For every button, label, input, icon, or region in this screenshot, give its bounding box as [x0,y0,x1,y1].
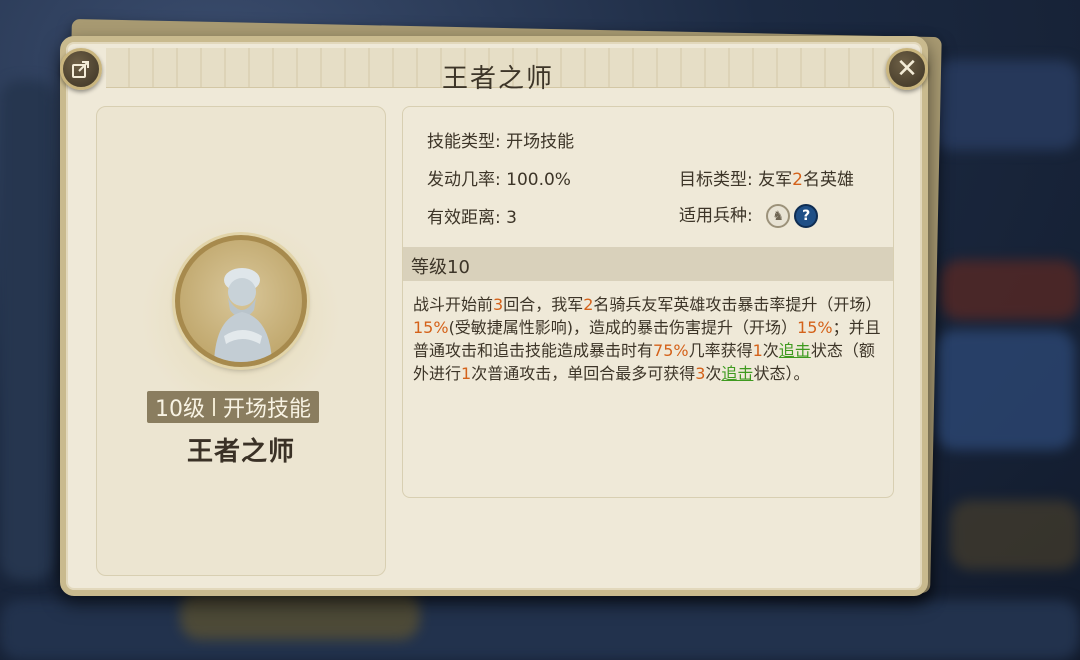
info-target-type: 目标类型: 友军2名英雄 [679,170,854,190]
description-segment: 名骑兵友军英雄攻击暴击率提升（开场） [593,295,882,314]
troop-icons: ♞ ? [766,204,819,228]
skill-level-badge: 10级 开场技能 [147,391,320,423]
description-segment: 3 [695,364,706,383]
skill-type-label: 开场技能 [223,397,312,422]
skill-level-label: 10级 [155,397,205,422]
description-segment: 次 [705,364,722,383]
description-segment: 1 [461,364,472,383]
panel-header: 王者之师 [106,48,890,94]
description-segment: 75% [653,341,689,360]
description-segment: 3 [493,295,504,314]
bg-shape [930,60,1080,150]
bg-shape [0,80,55,580]
description-segment: 15% [797,318,833,337]
skill-info-card: 技能类型: 开场技能 发动几率: 100.0% 目标类型: 友军2名英雄 有效距… [402,106,894,498]
skill-detail-panel: 王者之师 ✕ 10级 开场技能 王者之师 技能类型: 开场技能 发动几率: 10… [60,36,928,596]
skill-name: 王者之师 [186,437,295,467]
description-segment: 几率获得 [688,341,753,360]
help-icon[interactable]: ? [794,204,819,228]
description-segment: 次普通攻击，单回合最多可获得 [471,364,696,383]
share-icon [72,61,89,78]
skill-portrait-medal [175,235,307,367]
info-troop-type: 适用兵种: ♞ ? [679,201,819,228]
share-button[interactable] [60,48,102,90]
description-segment[interactable]: 追击 [779,341,811,360]
description-segment: (受敏捷属性影响)，造成的暴击伤害提升（开场） [448,318,798,337]
bg-shape [940,260,1080,320]
description-segment[interactable]: 追击 [721,364,753,383]
bg-shape [180,590,420,640]
scholar-statue-icon [214,268,272,362]
description-segment: 1 [752,341,763,360]
info-trigger-rate: 发动几率: 100.0% [427,170,571,190]
close-button[interactable]: ✕ [886,48,928,90]
bg-shape [0,600,1080,660]
skill-portrait-card: 10级 开场技能 王者之师 [96,106,386,576]
description-segment: 回合，我军 [503,295,584,314]
cavalry-icon: ♞ [766,204,791,228]
description-segment: 15% [413,318,449,337]
info-skill-type: 技能类型: 开场技能 [427,132,575,152]
panel-title: 王者之师 [441,64,554,94]
close-icon: ✕ [896,54,918,84]
bg-shape [950,500,1080,570]
description-segment: 次 [762,341,779,360]
level-header: 等级10 [403,247,893,281]
skill-description: 战斗开始前3回合，我军2名骑兵友军英雄攻击暴击率提升（开场）15%(受敏捷属性影… [413,293,885,385]
description-segment: 战斗开始前 [413,295,494,314]
info-effective-range: 有效距离: 3 [427,208,517,228]
badge-divider [213,398,215,416]
bg-shape [935,330,1075,450]
description-segment: 状态）。 [753,364,810,383]
description-segment: 2 [583,295,594,314]
